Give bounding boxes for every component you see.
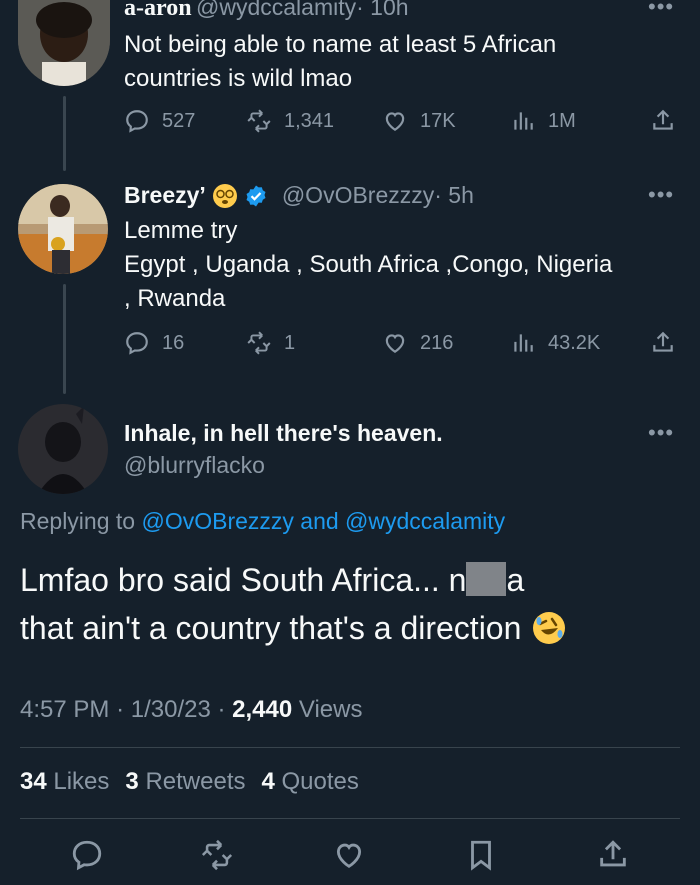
display-name[interactable]: Inhale, in hell there's heaven. xyxy=(124,420,443,447)
thread-line xyxy=(63,284,66,394)
likes-stat[interactable]: 34 Likes xyxy=(20,768,109,796)
views-icon xyxy=(514,112,533,130)
censor-block xyxy=(466,562,507,596)
retweet-count: 1 xyxy=(284,331,296,354)
display-name[interactable]: a-aron xyxy=(124,0,192,21)
more-options-icon[interactable]: ••• xyxy=(648,420,674,446)
tweet-time[interactable]: 4:57 PM xyxy=(20,696,109,723)
likes-count: 34 xyxy=(20,768,47,795)
tweet-text-line2: Egypt , Uganda , South Africa ,Congo, Ni… xyxy=(124,251,613,278)
share-icon xyxy=(653,109,673,130)
replying-to-label: Replying to xyxy=(20,508,136,534)
avatar-blurryflacko[interactable] xyxy=(18,404,108,494)
divider xyxy=(20,818,680,819)
engagement-stats: 34 Likes 3 Retweets 4 Quotes xyxy=(20,768,359,796)
verified-badge-icon xyxy=(246,185,266,206)
retweets-label: Retweets xyxy=(145,768,246,795)
views-button[interactable]: 1M xyxy=(510,108,576,134)
retweet-icon xyxy=(201,839,233,871)
views-count: 43.2K xyxy=(548,331,601,354)
like-count: 17K xyxy=(420,109,456,132)
share-button[interactable] xyxy=(650,330,676,356)
rofl-emoji-icon xyxy=(533,612,566,644)
more-options-icon[interactable]: ••• xyxy=(648,182,674,208)
quotes-count: 4 xyxy=(261,768,275,795)
quotes-stat[interactable]: 4 Quotes xyxy=(261,768,358,796)
reply-count: 16 xyxy=(162,331,185,354)
reply-icon xyxy=(126,332,148,355)
like-icon xyxy=(336,843,362,868)
reply-button[interactable]: 527 xyxy=(124,108,195,134)
retweet-button[interactable] xyxy=(200,838,234,877)
dizzy-face-emoji-icon xyxy=(212,183,237,208)
views-total: 2,440 xyxy=(232,696,293,723)
likes-label: Likes xyxy=(53,768,110,795)
tweet-text-part2: a xyxy=(506,562,525,598)
like-count: 216 xyxy=(420,331,454,354)
tweet-meta: 4:57 PM · 1/30/23 · 2,440 Views xyxy=(20,696,363,723)
reply-count: 527 xyxy=(162,109,196,132)
retweets-count: 3 xyxy=(125,768,139,795)
like-icon xyxy=(385,112,405,131)
views-count: 1M xyxy=(548,109,576,132)
avatar-breezy[interactable] xyxy=(18,184,108,274)
like-button[interactable]: 17K xyxy=(382,108,456,134)
tweet-text-line3: , Rwanda xyxy=(124,285,226,312)
display-name[interactable]: Breezy’ xyxy=(124,182,206,209)
retweet-count: 1,341 xyxy=(284,109,335,132)
share-icon xyxy=(600,840,626,867)
mention-link[interactable]: @wydccalamity xyxy=(345,508,505,534)
bookmark-button[interactable] xyxy=(464,838,498,877)
like-button[interactable] xyxy=(332,838,366,877)
handle[interactable]: @blurryflacko xyxy=(124,452,265,479)
replying-and: and xyxy=(300,508,339,534)
divider xyxy=(20,747,680,748)
more-options-icon[interactable]: ••• xyxy=(648,0,674,20)
reply-icon xyxy=(72,840,102,871)
like-icon xyxy=(385,334,405,353)
reply-button[interactable]: 16 xyxy=(124,330,184,356)
handle[interactable]: @OvOBrezzzy xyxy=(282,182,434,209)
tweet-text-part1: Lmfao bro said South Africa... n xyxy=(20,562,467,598)
timestamp[interactable]: · 10h xyxy=(356,0,408,20)
tweet-text-line2: that ain't a country that's a direction xyxy=(20,610,522,646)
tweet-text: Not being able to name at least 5 Africa… xyxy=(124,31,557,92)
handle[interactable]: @wydccalamity xyxy=(196,0,356,20)
tweet-text-line1: Lemme try xyxy=(124,217,238,244)
retweet-button[interactable]: 1 xyxy=(246,330,295,356)
tweet1-header: a-aron @wydccalamity· 10h xyxy=(124,0,409,22)
avatar-a-aron[interactable] xyxy=(18,0,110,86)
main-tweet-line1: Lmfao bro said South Africa... n a xyxy=(20,556,567,604)
retweets-stat[interactable]: 3 Retweets xyxy=(125,768,245,796)
reply-button[interactable] xyxy=(70,838,104,877)
quotes-label: Quotes xyxy=(281,768,359,795)
reply-icon xyxy=(126,110,148,133)
views-button[interactable]: 43.2K xyxy=(510,330,600,356)
share-icon xyxy=(653,331,673,352)
bookmark-icon xyxy=(471,840,491,871)
replying-to: Replying to @OvOBrezzzy and @wydccalamit… xyxy=(20,508,505,535)
main-tweet-text: Lmfao bro said South Africa... n a that a… xyxy=(20,556,567,652)
like-button[interactable]: 216 xyxy=(382,330,453,356)
retweet-button[interactable]: 1,341 xyxy=(246,108,334,134)
timestamp[interactable]: · 5h xyxy=(434,182,474,209)
mention-link[interactable]: @OvOBrezzzy xyxy=(141,508,293,534)
tweet-date[interactable]: 1/30/23 xyxy=(131,696,211,723)
tweet2-header: Breezy’ @OvOBrezzzy · 5h xyxy=(124,182,474,209)
views-icon xyxy=(514,334,533,352)
thread-line xyxy=(63,96,66,171)
share-button[interactable] xyxy=(596,838,630,877)
views-label: Views xyxy=(298,696,363,723)
main-tweet-line2: that ain't a country that's a direction xyxy=(20,604,567,652)
share-button[interactable] xyxy=(650,108,676,134)
retweet-icon xyxy=(247,331,271,355)
retweet-icon xyxy=(247,109,271,133)
